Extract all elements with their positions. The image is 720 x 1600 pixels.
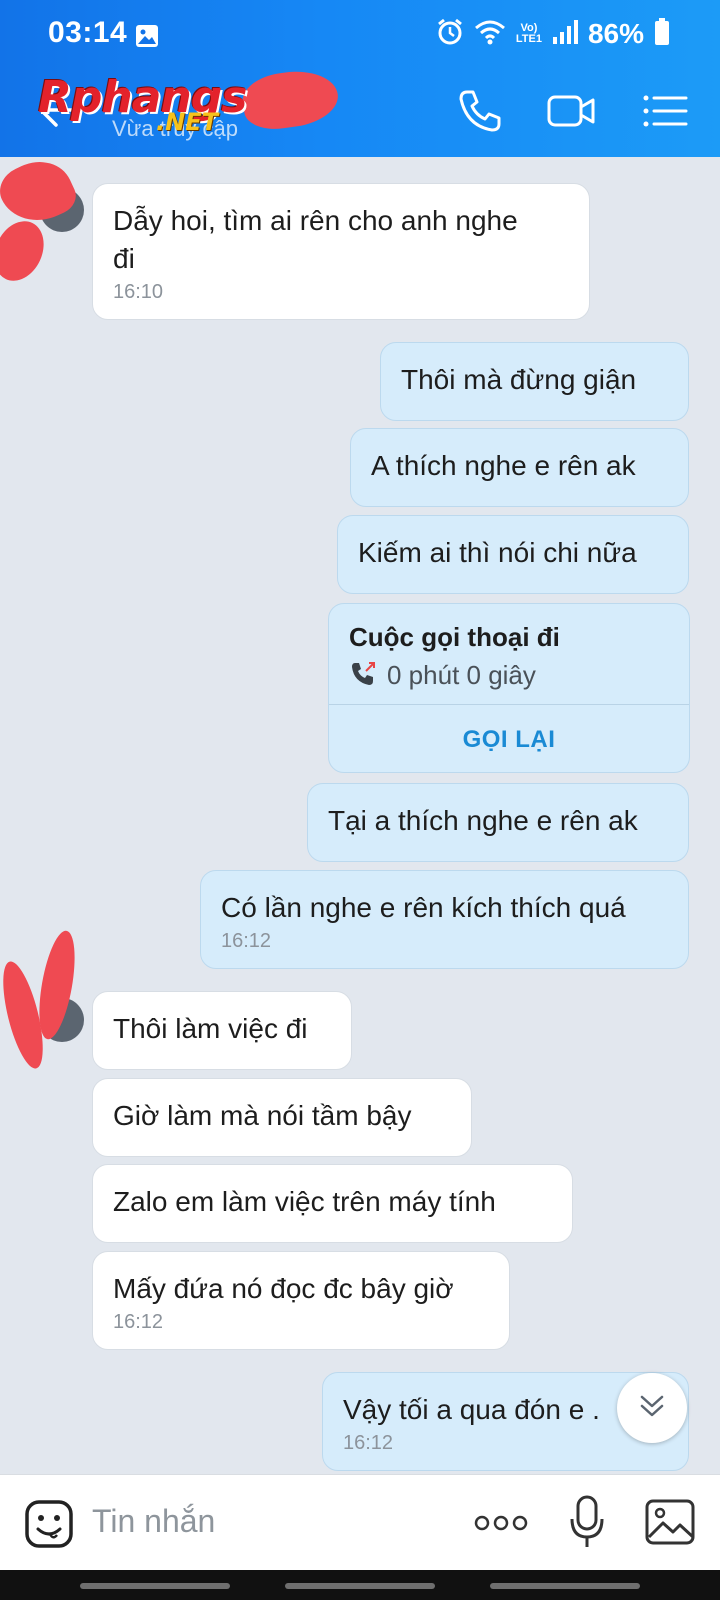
system-navigation-bar: [0, 1570, 720, 1600]
outgoing-message[interactable]: Thôi mà đừng giận: [380, 342, 689, 421]
incoming-message[interactable]: Mấy đứa nó đọc đc bây giờ 16:12: [92, 1251, 510, 1350]
incoming-message[interactable]: Zalo em làm việc trên máy tính: [92, 1164, 573, 1243]
call-card-title: Cuộc gọi thoại đi: [349, 622, 560, 652]
image-icon[interactable]: [645, 1499, 695, 1550]
sticker-icon[interactable]: [24, 1499, 74, 1549]
status-bar: 03:14 Vo) LTE1 86%: [0, 0, 720, 70]
wifi-icon: [474, 19, 506, 50]
gallery-notification-icon: [135, 24, 159, 53]
battery-percentage: 86%: [587, 18, 644, 49]
call-duration: 0 phút 0 giây: [387, 660, 536, 690]
incoming-message[interactable]: Thôi làm việc đi: [92, 991, 352, 1070]
chat-header: 03:14 Vo) LTE1 86% Vừa truy cập Rphangs …: [0, 0, 720, 157]
status-icons: Vo) LTE1 86%: [436, 17, 670, 51]
nav-back[interactable]: [490, 1583, 640, 1589]
message-time: 16:12: [343, 1432, 394, 1454]
message-input-bar: Tin nhắn: [0, 1474, 720, 1570]
app-bar: Vừa truy cập Rphangs .NET: [0, 65, 720, 157]
alarm-icon: [436, 18, 464, 51]
phone-icon[interactable]: [455, 86, 505, 136]
call-back-button[interactable]: GỌI LẠI: [329, 705, 689, 772]
redaction-scribble: [239, 65, 342, 134]
signal-icon: [552, 19, 578, 50]
nav-recents[interactable]: [80, 1583, 230, 1589]
message-input[interactable]: Tin nhắn: [92, 1503, 215, 1540]
outgoing-call-icon: [349, 660, 377, 693]
status-time: 03:14: [48, 16, 128, 49]
nav-home[interactable]: [285, 1583, 435, 1589]
contact-info[interactable]: Vừa truy cập Rphangs .NET: [38, 65, 342, 152]
microphone-icon[interactable]: [570, 1495, 604, 1554]
incoming-message[interactable]: Giờ làm mà nói tầm bậy: [92, 1078, 472, 1157]
video-call-icon[interactable]: [546, 86, 596, 136]
outgoing-message[interactable]: Kiếm ai thì nói chi nữa: [337, 515, 689, 594]
incoming-message[interactable]: Dẫy hoi, tìm ai rên cho anh nghe đi 16:1…: [92, 183, 590, 320]
message-time: 16:12: [221, 930, 272, 952]
message-time: 16:10: [113, 281, 164, 303]
outgoing-message[interactable]: Tại a thích nghe e rên ak: [307, 783, 689, 862]
scroll-to-bottom-button[interactable]: [617, 1373, 687, 1443]
watermark-logo-suffix: .NET: [156, 108, 218, 136]
volte-indicator: Vo) LTE1: [515, 22, 542, 45]
more-options-icon[interactable]: [474, 1513, 528, 1538]
double-chevron-down-icon: [637, 1391, 667, 1426]
outgoing-message[interactable]: Có lần nghe e rên kích thích quá 16:12: [200, 870, 689, 969]
menu-icon[interactable]: [640, 86, 690, 136]
outgoing-call-card[interactable]: Cuộc gọi thoại đi 0 phút 0 giây GỌI LẠI: [328, 603, 690, 773]
battery-icon: [654, 17, 670, 51]
outgoing-message[interactable]: A thích nghe e rên ak: [350, 428, 689, 507]
message-time: 16:12: [113, 1311, 164, 1333]
